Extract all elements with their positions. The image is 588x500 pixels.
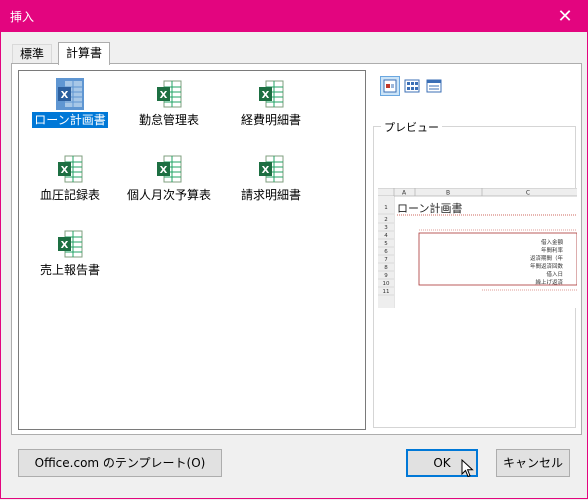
preview-field-label: 返済期間（年 <box>530 254 564 262</box>
preview-label: プレビュー <box>381 119 442 135</box>
tab-standard[interactable]: 標準 <box>12 44 53 64</box>
svg-text:X: X <box>160 90 168 101</box>
template-list[interactable]: X ローン計画書 X 勤怠管理表 X 経費明細書 X 血圧記録表 X 個人月次予… <box>18 70 366 430</box>
excel-template-icon: X <box>58 155 83 183</box>
template-label: ローン計画書 <box>32 112 108 128</box>
preview-row-header: 4 <box>384 233 388 239</box>
large-icons-view-button[interactable] <box>380 76 400 96</box>
template-item[interactable]: X 勤怠管理表 <box>119 78 219 128</box>
preview-sheet: A B C 1 2 3 4 5 6 7 8 9 10 11 ローン計画書 借入金… <box>378 188 577 308</box>
cancel-button[interactable]: キャンセル <box>496 449 570 477</box>
tab-calculation[interactable]: 計算書 <box>58 42 111 65</box>
title-bar: 挿入 ✕ <box>0 0 588 32</box>
preview-field-label: 年間返済回数 <box>530 262 564 270</box>
template-item[interactable]: X 請求明細書 <box>221 153 321 203</box>
preview-field-label: 年間利率 <box>541 246 564 254</box>
svg-text:X: X <box>61 240 69 251</box>
excel-template-icon: X <box>56 78 84 110</box>
preview-row-header: 3 <box>384 225 388 231</box>
template-item[interactable]: X 経費明細書 <box>221 78 321 128</box>
preview-field-label: 繰上げ返済 <box>535 278 563 286</box>
template-label: 勤怠管理表 <box>138 113 199 127</box>
preview-sheet-title: ローン計画書 <box>397 201 462 215</box>
preview-col-header: B <box>446 190 450 197</box>
excel-template-icon: X <box>58 230 83 258</box>
preview-row-header: 8 <box>384 265 388 271</box>
excel-template-icon: X <box>259 80 284 108</box>
dialog-title: 挿入 <box>10 10 35 24</box>
preview-col-header: C <box>526 190 530 197</box>
preview-row-header: 5 <box>384 241 388 247</box>
excel-template-icon: X <box>157 80 182 108</box>
template-label: 経費明細書 <box>240 113 301 127</box>
svg-text:X: X <box>160 165 168 176</box>
template-item[interactable]: X 個人月次予算表 <box>119 153 219 203</box>
excel-template-icon: X <box>157 155 182 183</box>
preview-row-header: 7 <box>384 257 388 263</box>
mouse-cursor-icon <box>461 459 474 478</box>
preview-row-header: 9 <box>384 273 388 279</box>
svg-text:X: X <box>61 90 69 101</box>
preview-row-header: 11 <box>383 289 390 295</box>
close-button[interactable]: ✕ <box>542 0 588 32</box>
template-label: 個人月次予算表 <box>126 188 211 202</box>
details-view-button[interactable] <box>424 76 444 96</box>
template-label: 売上報告書 <box>39 263 100 277</box>
office-templates-button[interactable]: Office.com のテンプレート(O) <box>18 449 222 477</box>
tab-panel: X ローン計画書 X 勤怠管理表 X 経費明細書 X 血圧記録表 X 個人月次予… <box>11 63 582 435</box>
svg-text:X: X <box>262 165 270 176</box>
template-label: 血圧記録表 <box>39 188 100 202</box>
list-view-icon <box>404 79 420 93</box>
preview-row-header: 6 <box>384 249 388 255</box>
svg-text:X: X <box>61 165 69 176</box>
list-view-button[interactable] <box>402 76 422 96</box>
template-item[interactable]: X ローン計画書 <box>20 78 120 128</box>
large-icons-view-icon <box>383 79 397 93</box>
template-item[interactable]: X 血圧記録表 <box>20 153 120 203</box>
preview-row-header: 10 <box>383 281 390 287</box>
details-view-icon <box>426 79 442 93</box>
excel-template-icon: X <box>259 155 284 183</box>
preview-field-label: 借入金額 <box>541 238 564 246</box>
svg-text:X: X <box>262 90 270 101</box>
preview-row-header: 1 <box>384 205 388 211</box>
preview-row-header: 2 <box>384 217 388 223</box>
template-item[interactable]: X 売上報告書 <box>20 228 120 278</box>
template-label: 請求明細書 <box>240 188 301 202</box>
preview-field-label: 借入日 <box>546 270 563 278</box>
